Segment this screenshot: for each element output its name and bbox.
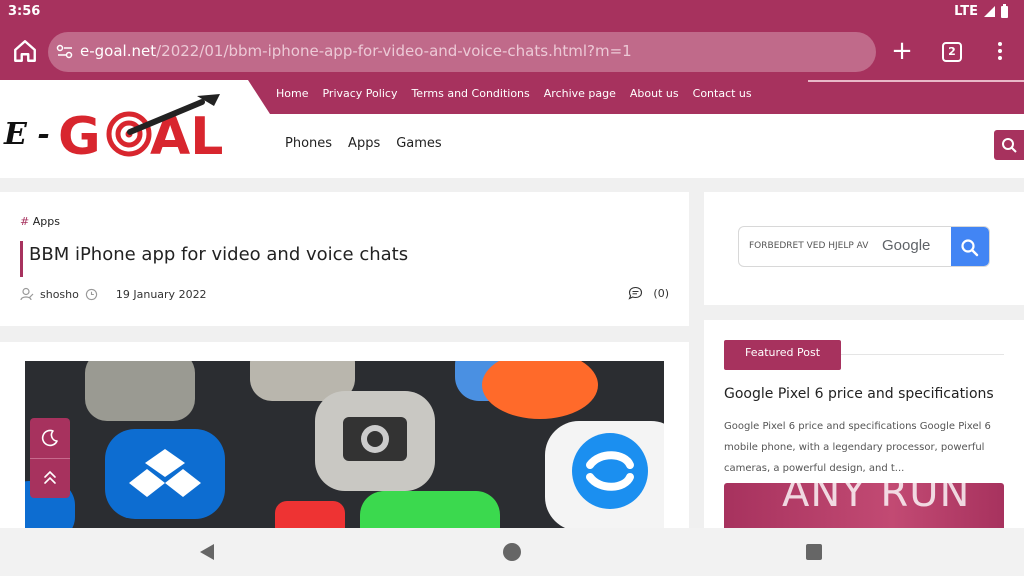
category-label: Apps bbox=[32, 215, 60, 228]
scroll-top-icon[interactable] bbox=[42, 468, 58, 488]
sidebar-search-widget: FORBEDRET VED HJELP AV Google bbox=[704, 192, 1024, 305]
top-nav-home[interactable]: Home bbox=[276, 87, 308, 100]
article-header-card: # Apps BBM iPhone app for video and voic… bbox=[0, 192, 689, 326]
article-hero-image bbox=[25, 361, 664, 528]
site-settings-icon[interactable] bbox=[56, 44, 74, 60]
featured-post-heading: Featured Post bbox=[724, 340, 841, 370]
top-nav-terms[interactable]: Terms and Conditions bbox=[411, 87, 529, 100]
network-type: LTE bbox=[954, 4, 978, 19]
article-meta: shosho 19 January 2022 bbox=[20, 287, 207, 301]
main-nav: Phones Apps Games bbox=[285, 136, 442, 151]
search-icon bbox=[961, 239, 979, 257]
home-icon[interactable] bbox=[12, 38, 38, 64]
anyrun-watermark: ANY RUN bbox=[782, 470, 971, 516]
system-nav-bar bbox=[0, 528, 1024, 576]
site-logo[interactable]: E - G AL bbox=[2, 92, 248, 168]
comment-icon bbox=[628, 286, 643, 300]
battery-icon bbox=[1001, 3, 1008, 18]
google-search-box[interactable]: FORBEDRET VED HJELP AV Google bbox=[738, 226, 990, 267]
status-icons: LTE bbox=[954, 3, 1008, 19]
url-host: e-goal.net bbox=[80, 42, 157, 60]
site-search-button[interactable] bbox=[994, 130, 1024, 160]
more-menu-icon[interactable] bbox=[996, 42, 1004, 62]
top-nav-privacy-policy[interactable]: Privacy Policy bbox=[322, 87, 397, 100]
status-bar: 3:56 LTE bbox=[0, 0, 1024, 24]
main-nav-phones[interactable]: Phones bbox=[285, 136, 332, 151]
top-nav-about[interactable]: About us bbox=[630, 87, 679, 100]
article-date: 19 January 2022 bbox=[115, 287, 207, 301]
url-text[interactable]: e-goal.net/2022/01/bbm-iphone-app-for-vi… bbox=[80, 42, 632, 60]
category-hash: # bbox=[20, 215, 30, 228]
top-nav-contact[interactable]: Contact us bbox=[693, 87, 752, 100]
google-search-button[interactable] bbox=[951, 227, 989, 266]
floating-actions bbox=[30, 418, 70, 498]
top-nav-accent-line bbox=[808, 80, 1024, 82]
top-nav-archive[interactable]: Archive page bbox=[544, 87, 616, 100]
svg-text:E -: E - bbox=[3, 117, 50, 152]
url-path: /2022/01/bbm-iphone-app-for-video-and-vo… bbox=[156, 42, 632, 60]
browser-toolbar: e-goal.net/2022/01/bbm-iphone-app-for-vi… bbox=[0, 24, 1024, 80]
comments-link[interactable]: (0) bbox=[628, 286, 669, 300]
comment-count: (0) bbox=[653, 286, 669, 300]
top-nav: Home Privacy Policy Terms and Conditions… bbox=[248, 80, 1024, 114]
article-title: BBM iPhone app for video and voice chats bbox=[20, 241, 408, 277]
recents-icon[interactable] bbox=[806, 544, 822, 560]
search-icon bbox=[1002, 138, 1017, 153]
home-circle-icon[interactable] bbox=[503, 543, 521, 561]
article-image-card bbox=[0, 342, 689, 528]
main-nav-apps[interactable]: Apps bbox=[348, 136, 380, 151]
new-tab-button[interactable]: + bbox=[890, 38, 914, 66]
search-powered-label: FORBEDRET VED HJELP AV bbox=[749, 241, 869, 251]
article-category[interactable]: # Apps bbox=[20, 215, 60, 228]
address-bar[interactable]: e-goal.net/2022/01/bbm-iphone-app-for-vi… bbox=[48, 32, 876, 72]
clock-icon bbox=[85, 288, 98, 300]
tab-switcher-button[interactable]: 2 bbox=[942, 42, 962, 62]
google-logo: Google bbox=[882, 237, 931, 254]
dark-mode-icon[interactable] bbox=[40, 428, 60, 448]
main-nav-games[interactable]: Games bbox=[396, 136, 441, 151]
author-icon bbox=[20, 287, 34, 301]
featured-post-title[interactable]: Google Pixel 6 price and specifications bbox=[724, 386, 994, 402]
signal-icon bbox=[984, 6, 995, 17]
svg-text:G: G bbox=[58, 107, 101, 167]
back-icon[interactable] bbox=[200, 544, 214, 560]
status-time: 3:56 bbox=[8, 4, 41, 19]
heading-rule bbox=[841, 354, 1004, 355]
article-author[interactable]: shosho bbox=[40, 288, 79, 301]
site-header: E - G AL Home Privacy Policy Terms and C… bbox=[0, 80, 1024, 178]
